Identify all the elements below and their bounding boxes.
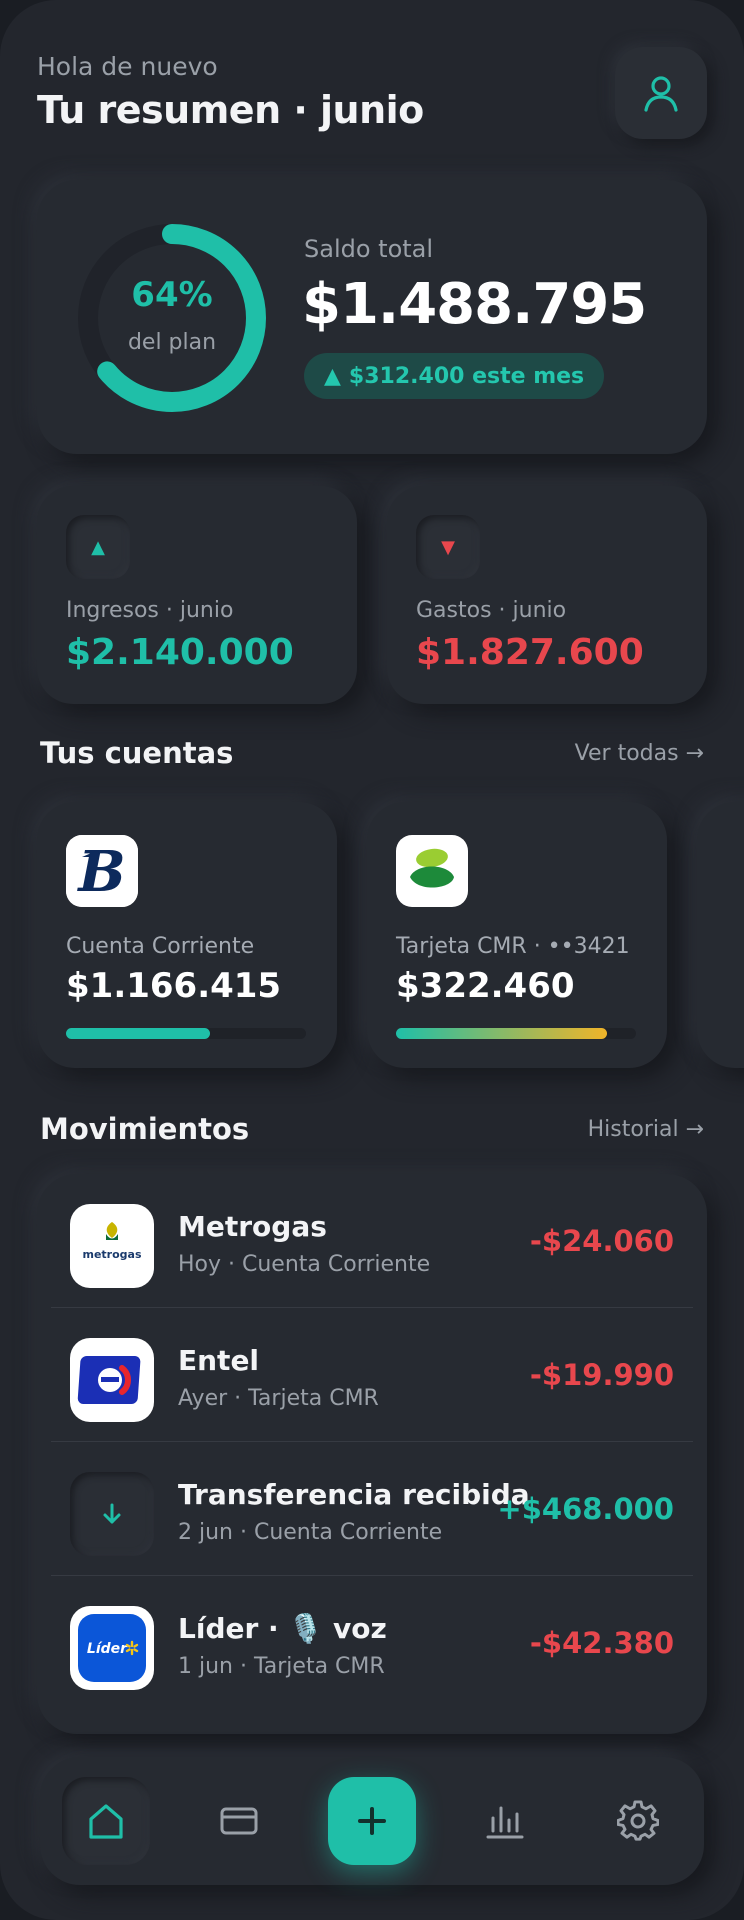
metrogas-logo: metrogas xyxy=(70,1204,154,1288)
monthly-change-badge: ▲ $312.400 este mes xyxy=(304,353,605,399)
movement-detail: 2 jun · Cuenta Corriente xyxy=(178,1520,443,1545)
home-icon xyxy=(89,1804,123,1839)
movement-amount: -$19.990 xyxy=(529,1358,674,1392)
up-arrow-icon: ▲ xyxy=(324,363,341,389)
movement-detail: Ayer · Tarjeta CMR xyxy=(178,1386,379,1411)
balance-card[interactable]: 64% del plan Saldo total $1.488.795 ▲ $3… xyxy=(37,180,707,454)
account-name: Cuenta Corriente xyxy=(66,934,255,959)
metrogas-wordmark: metrogas xyxy=(82,1248,141,1261)
entel-logo xyxy=(70,1338,154,1422)
income-card[interactable]: ▲ Ingresos · junio $2.140.000 xyxy=(37,486,357,704)
plan-percent: 64% xyxy=(131,275,213,315)
account-card-cmr[interactable]: Tarjeta CMR · ••3421 $322.460 xyxy=(367,802,667,1068)
lider-logo: Líder xyxy=(70,1606,154,1690)
monthly-change-text: $312.400 este mes xyxy=(348,363,585,389)
history-link[interactable]: Historial → xyxy=(588,1117,704,1142)
up-arrow-icon: ▲ xyxy=(91,536,105,558)
movement-detail: 1 jun · Tarjeta CMR xyxy=(178,1654,385,1679)
account-balance: $1.166.415 xyxy=(66,966,282,1006)
account-balance: $322.460 xyxy=(396,966,575,1006)
income-value: $2.140.000 xyxy=(66,632,294,673)
account-progress-track xyxy=(66,1028,306,1039)
down-arrow-icon: ▼ xyxy=(441,536,455,558)
cmr-leaf-logo xyxy=(396,835,468,907)
total-balance-value: $1.488.795 xyxy=(302,272,647,337)
movement-amount: +$468.000 xyxy=(497,1492,674,1526)
account-name: Tarjeta CMR · ••3421 xyxy=(396,934,630,959)
income-label: Ingresos · junio xyxy=(66,598,234,623)
bank-b-logo: B xyxy=(66,835,138,907)
page-title: Tu resumen · junio xyxy=(37,88,424,132)
see-all-accounts-link[interactable]: Ver todas → xyxy=(575,741,704,766)
account-progress-fill xyxy=(396,1028,608,1039)
chart-icon xyxy=(486,1806,524,1839)
movement-name: Entel xyxy=(178,1344,260,1377)
gear-icon xyxy=(617,1800,659,1841)
expenses-label: Gastos · junio xyxy=(416,598,567,623)
movements-section-title: Movimientos xyxy=(40,1112,250,1146)
movement-name: Líder · 🎙️ voz xyxy=(178,1612,387,1645)
expenses-value: $1.827.600 xyxy=(416,632,644,673)
account-card-checking[interactable]: B Cuenta Corriente $1.166.415 xyxy=(37,802,337,1068)
add-transaction-button[interactable] xyxy=(328,1777,416,1865)
account-card-next[interactable] xyxy=(697,802,744,1068)
movement-row[interactable]: Entel Ayer · Tarjeta CMR -$19.990 xyxy=(51,1308,693,1442)
movement-amount: -$42.380 xyxy=(529,1626,674,1660)
plan-label: del plan xyxy=(127,330,217,355)
movement-detail: Hoy · Cuenta Corriente xyxy=(178,1252,431,1277)
total-balance-label: Saldo total xyxy=(304,235,434,263)
card-icon xyxy=(220,1807,258,1835)
bottom-nav xyxy=(40,1757,704,1885)
movement-row[interactable]: metrogas Metrogas Hoy · Cuenta Corriente… xyxy=(51,1174,693,1308)
plan-progress-ring xyxy=(78,224,266,412)
user-icon xyxy=(644,76,678,112)
nav-stats[interactable] xyxy=(461,1777,549,1865)
expenses-arrow-icon: ▼ xyxy=(416,515,480,579)
income-arrow-icon: ▲ xyxy=(66,515,130,579)
profile-button[interactable] xyxy=(615,47,707,139)
arrow-down-icon xyxy=(70,1472,154,1556)
svg-text:B: B xyxy=(76,839,125,905)
app-screen: Hola de nuevo Tu resumen · junio 64% del… xyxy=(0,0,744,1920)
greeting-text: Hola de nuevo xyxy=(37,52,218,81)
movement-name: Transferencia recibida xyxy=(178,1478,530,1511)
movement-row[interactable]: Líder Líder · 🎙️ voz 1 jun · Tarjeta CMR… xyxy=(51,1576,693,1710)
accounts-section-title: Tus cuentas xyxy=(40,736,234,770)
account-progress-track xyxy=(396,1028,636,1039)
expenses-card[interactable]: ▼ Gastos · junio $1.827.600 xyxy=(387,486,707,704)
lider-wordmark: Líder xyxy=(87,1641,128,1657)
movement-name: Metrogas xyxy=(178,1210,327,1243)
movement-row[interactable]: Transferencia recibida 2 jun · Cuenta Co… xyxy=(51,1442,693,1576)
plus-icon xyxy=(358,1807,386,1835)
movement-amount: -$24.060 xyxy=(529,1224,674,1258)
nav-settings[interactable] xyxy=(594,1777,682,1865)
movements-card: metrogas Metrogas Hoy · Cuenta Corriente… xyxy=(37,1174,707,1734)
nav-home[interactable] xyxy=(62,1777,150,1865)
nav-cards[interactable] xyxy=(195,1777,283,1865)
account-progress-fill xyxy=(66,1028,210,1039)
